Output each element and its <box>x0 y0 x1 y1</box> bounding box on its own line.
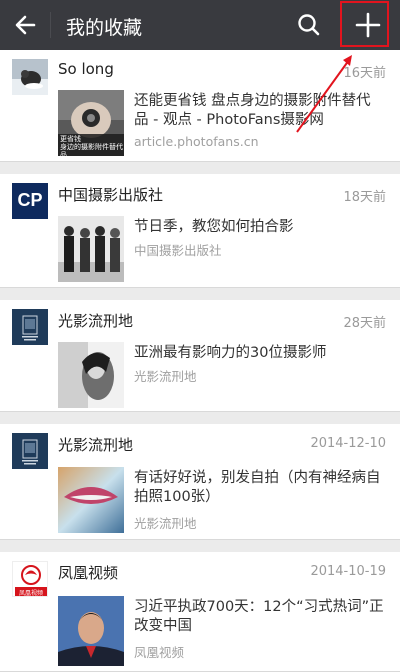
timestamp: 16天前 <box>343 66 386 81</box>
article-source: 光影流刑地 <box>134 516 197 531</box>
timestamp: 18天前 <box>343 190 386 205</box>
author-name: 凤凰视频 <box>58 564 119 582</box>
article-preview[interactable]: 有话好好说，别发自拍（内有神经病自拍照100张） 光影流刑地 <box>58 467 386 533</box>
search-button[interactable] <box>292 8 326 42</box>
article-preview[interactable]: 更省钱 身边的摄影附件替代品 还能更省钱 盘点身边的摄影附件替代品 - 观点 -… <box>58 90 386 156</box>
author-name: 光影流刑地 <box>58 312 134 330</box>
author-name: 光影流刑地 <box>58 436 134 454</box>
back-arrow-icon <box>15 15 36 35</box>
author-name: 中国摄影出版社 <box>58 186 164 204</box>
favorite-item[interactable]: So long 16天前 更省钱 身边的摄影附件替代品 还能更省钱 盘点身边的摄… <box>0 50 400 162</box>
article-thumbnail <box>58 342 124 408</box>
author-name: So long <box>58 60 114 78</box>
article-thumbnail <box>58 216 124 282</box>
article-title: 还能更省钱 盘点身边的摄影附件替代品 - 观点 - PhotoFans摄影网 <box>134 93 371 128</box>
header-divider <box>50 12 51 38</box>
timestamp: 2014-10-19 <box>310 564 386 579</box>
article-source: 光影流刑地 <box>134 369 197 384</box>
avatar: 凤凰视频 <box>12 561 48 597</box>
article-source: 中国摄影出版社 <box>134 243 222 258</box>
article-preview[interactable]: 习近平执政700天：12个“习式热词”正改变中国 凤凰视频 <box>58 596 386 666</box>
avatar-logo-text: CP <box>17 190 43 210</box>
back-button[interactable] <box>8 6 44 44</box>
article-source: 凤凰视频 <box>134 645 185 660</box>
article-thumbnail <box>58 596 124 666</box>
favorite-item[interactable]: CP 中国摄影出版社 18天前 节日季，教您如何拍合影 中国摄影出版社 <box>0 174 400 288</box>
favorite-item[interactable]: 光影流刑地 2014-12-10 有话好好说，别发自拍（内有神经病自拍照100张… <box>0 424 400 540</box>
article-preview[interactable]: 亚洲最有影响力的30位摄影师 光影流刑地 <box>58 342 386 408</box>
page-title: 我的收藏 <box>66 17 143 39</box>
favorite-item[interactable]: 凤凰视频 凤凰视频 2014-10-19 习近平执政700天：12个“习式热词”… <box>0 552 400 672</box>
timestamp: 2014-12-10 <box>310 436 386 451</box>
article-title: 亚洲最有影响力的30位摄影师 <box>134 345 327 361</box>
search-icon <box>298 14 320 36</box>
avatar <box>12 433 48 469</box>
article-title: 节日季，教您如何拍合影 <box>134 219 294 235</box>
avatar: CP <box>12 183 48 219</box>
article-thumbnail: 更省钱 身边的摄影附件替代品 <box>58 90 124 156</box>
add-button-highlight <box>340 1 389 47</box>
article-title: 习近平执政700天：12个“习式热词”正改变中国 <box>134 599 384 634</box>
article-source: article.photofans.cn <box>134 134 259 149</box>
article-preview[interactable]: 节日季，教您如何拍合影 中国摄影出版社 <box>58 216 386 282</box>
avatar <box>12 309 48 345</box>
article-thumbnail <box>58 467 124 533</box>
timestamp: 28天前 <box>343 316 386 331</box>
avatar <box>12 59 48 95</box>
article-title: 有话好好说，别发自拍（内有神经病自拍照100张） <box>134 470 381 505</box>
avatar-logo-text: 凤凰视频 <box>18 590 43 597</box>
thumbnail-caption: 更省钱 身边的摄影附件替代品 <box>60 135 123 156</box>
favorite-item[interactable]: 光影流刑地 28天前 亚洲最有影响力的30位摄影师 光影流刑地 <box>0 300 400 412</box>
